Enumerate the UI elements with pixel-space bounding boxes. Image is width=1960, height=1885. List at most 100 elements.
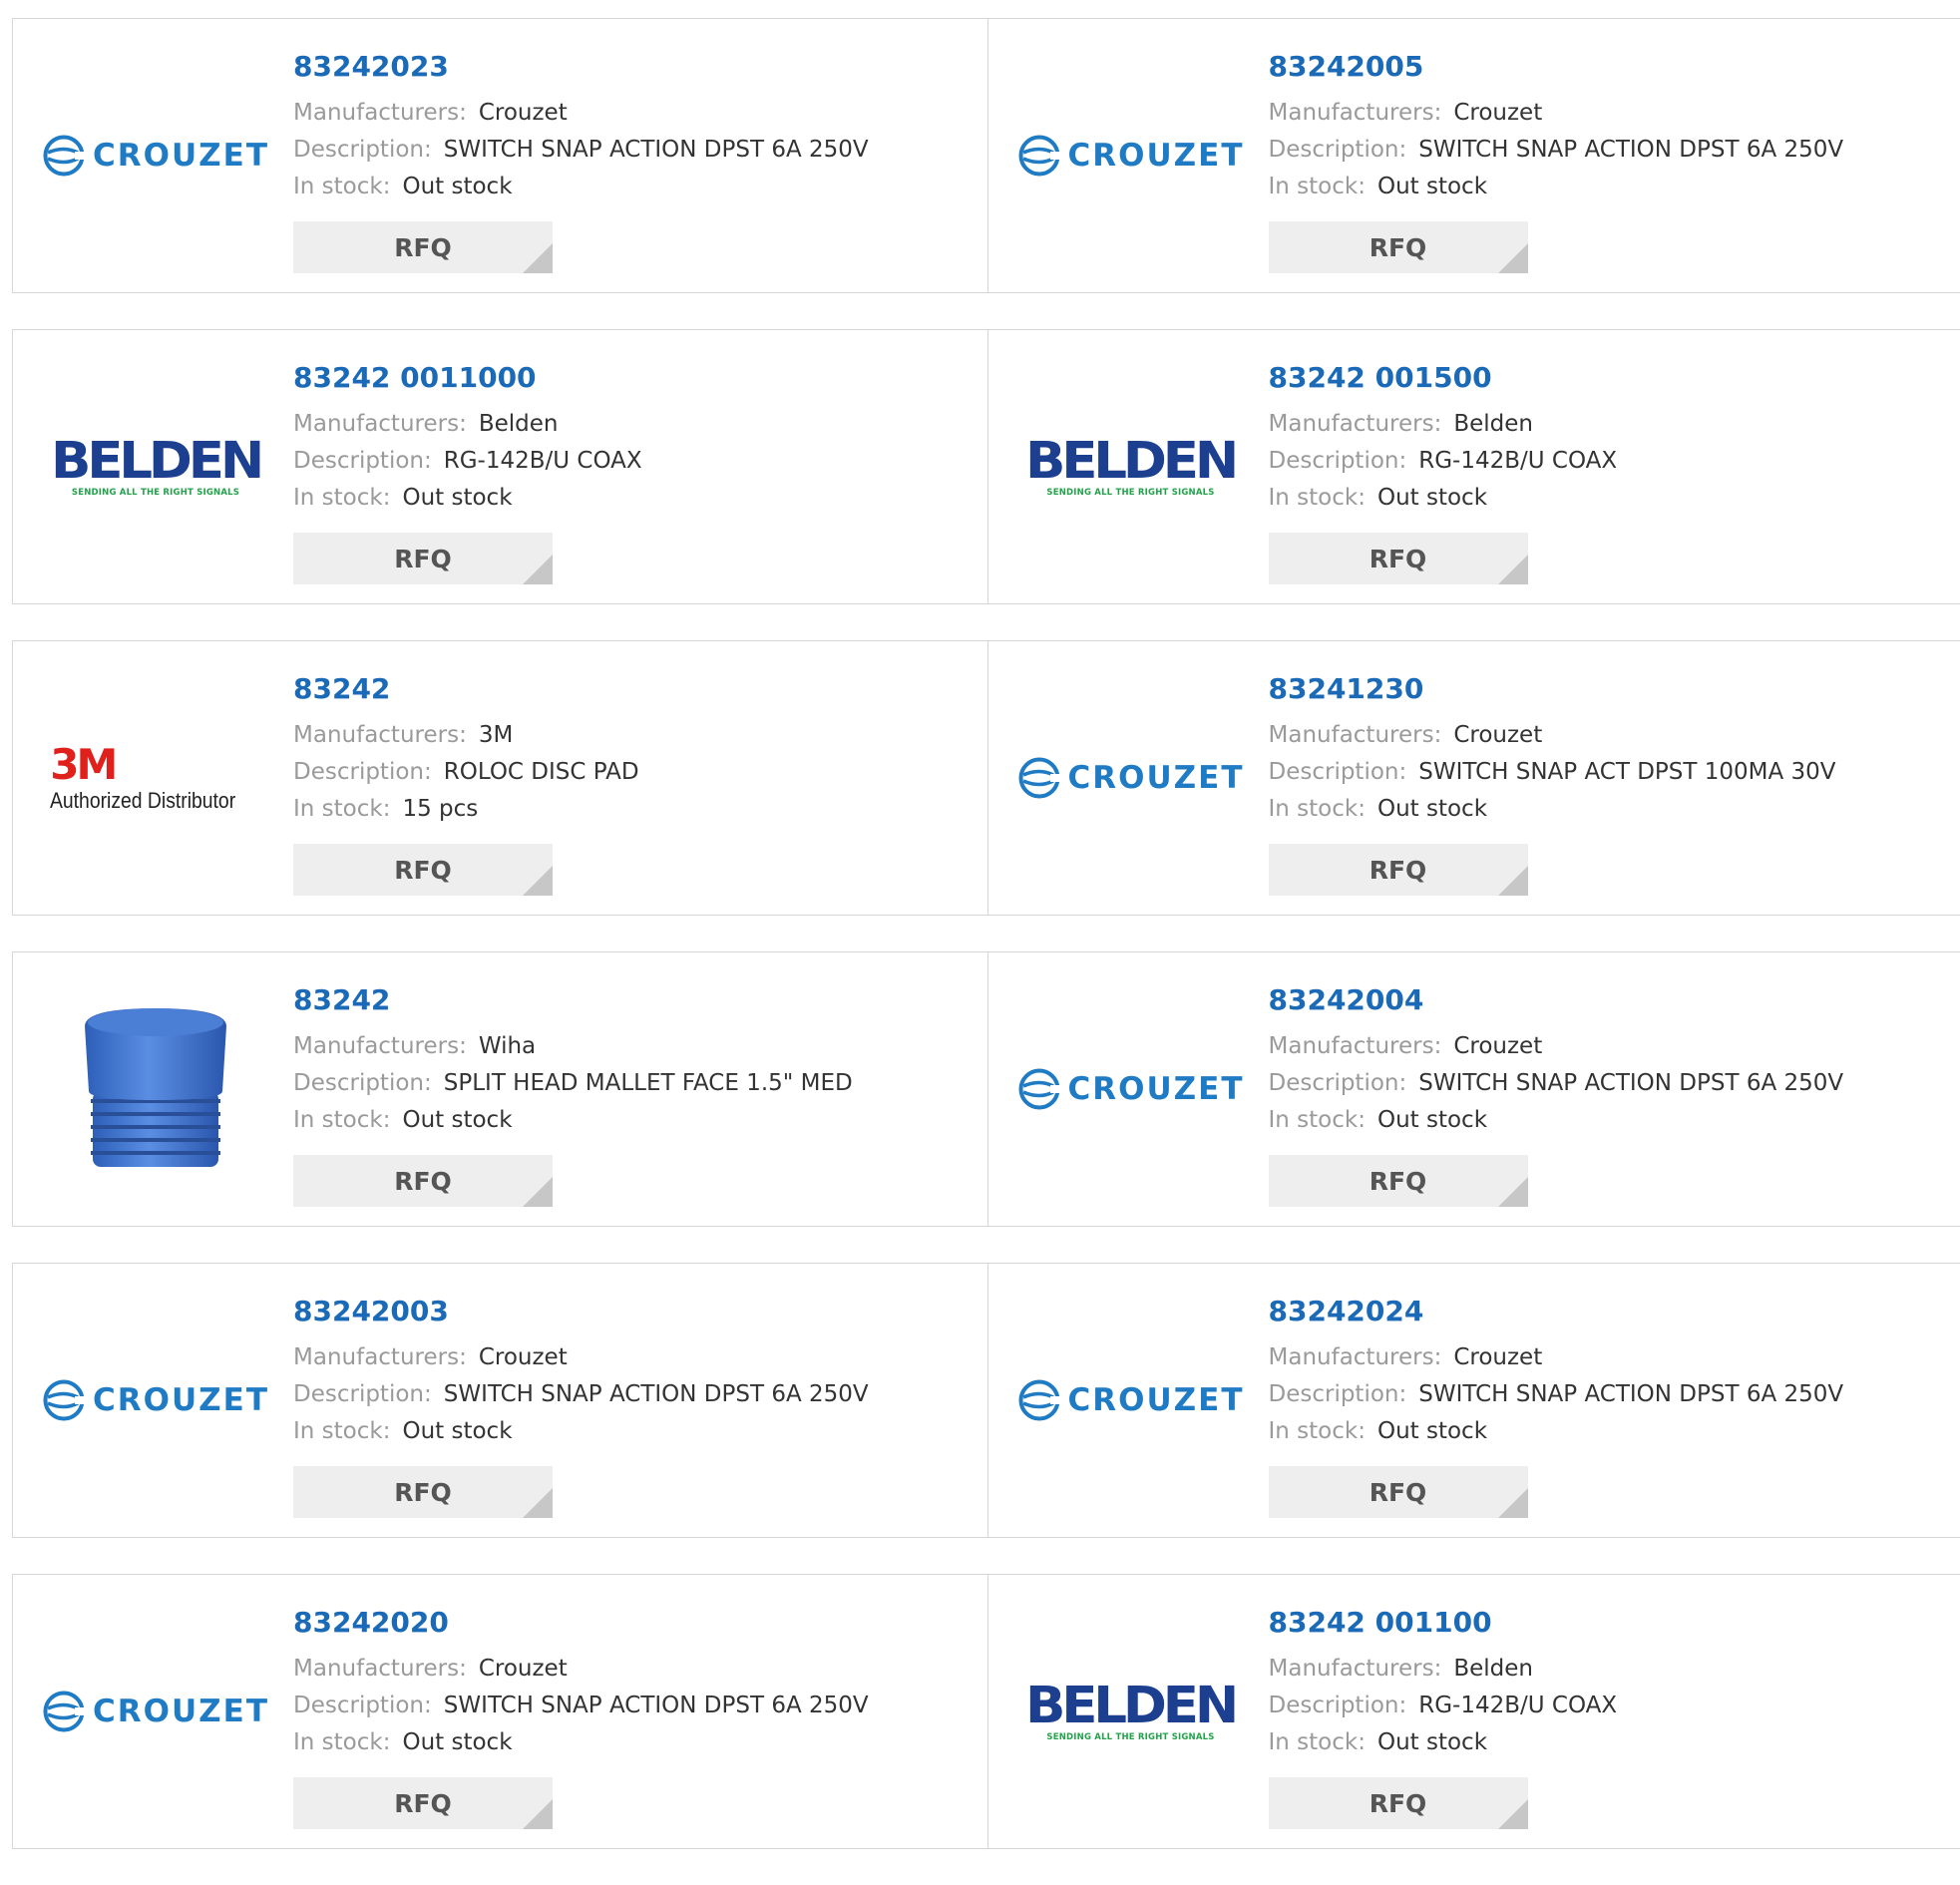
rfq-button[interactable]: RFQ [293,1466,553,1518]
manufacturer-line: Manufacturers:Crouzet [1269,1028,1941,1065]
manufacturer-line: Manufacturers:Crouzet [1269,95,1941,132]
crouzet-logo-text: CROUZET [93,1694,269,1729]
product-info: 83242020 Manufacturers:Crouzet Descripti… [293,1603,968,1829]
part-number-link[interactable]: 83242004 [1269,980,1941,1020]
crouzet-emblem-icon [1017,1378,1061,1422]
rfq-button[interactable]: RFQ [1269,221,1528,273]
crouzet-logo-text: CROUZET [1068,760,1245,796]
manufacturer-line: Manufacturers:Crouzet [293,1339,968,1376]
belden-logo: BELDEN SENDING ALL THE RIGHT SIGNALS [55,436,256,498]
part-number-link[interactable]: 83242003 [293,1292,968,1331]
product-card: BELDEN SENDING ALL THE RIGHT SIGNALS 832… [13,330,987,603]
part-number-link[interactable]: 83242 001100 [1269,1603,1941,1643]
stock-value: Out stock [402,1729,512,1755]
manufacturer-logo: CROUZET [1026,39,1236,272]
description-line: Description:RG-142B/U COAX [293,443,968,480]
part-number-link[interactable]: 83242 [293,980,968,1020]
rfq-button-label: RFQ [394,1478,452,1507]
product-row: CROUZET 83242020 Manufacturers:Crouzet D… [12,1574,1960,1849]
rfq-button[interactable]: RFQ [1269,533,1528,584]
manufacturer-logo: CROUZET [51,39,260,272]
rfq-button[interactable]: RFQ [293,1777,553,1829]
description-line: Description:RG-142B/U COAX [1269,1688,1941,1724]
part-number-link[interactable]: 83242020 [293,1603,968,1643]
corner-triangle-icon [523,1177,553,1207]
product-info: 83242005 Manufacturers:Crouzet Descripti… [1269,47,1941,273]
manufacturer-value: Belden [1453,1656,1533,1682]
product-card: CROUZET 83242024 Manufacturers:Crouzet D… [987,1264,1960,1537]
product-card: CROUZET 83242023 Manufacturers:Crouzet D… [13,19,987,292]
rfq-button[interactable]: RFQ [1269,1155,1528,1207]
manufacturers-label: Manufacturers: [1269,1344,1442,1370]
corner-triangle-icon [1498,866,1528,896]
manufacturer-logo [51,972,260,1206]
in-stock-label: In stock: [1269,1418,1366,1444]
stock-line: In stock:Out stock [293,480,968,517]
stock-value: Out stock [1377,1107,1487,1133]
product-card: CROUZET 83242020 Manufacturers:Crouzet D… [13,1575,987,1848]
rfq-button-label: RFQ [394,1167,452,1196]
manufacturers-label: Manufacturers: [293,1656,467,1682]
crouzet-logo-text: CROUZET [1068,138,1245,174]
rfq-button[interactable]: RFQ [293,1155,553,1207]
stock-value: Out stock [1377,1418,1487,1444]
description-line: Description:SWITCH SNAP ACTION DPST 6A 2… [293,1376,968,1413]
manufacturers-label: Manufacturers: [1269,1033,1442,1059]
rfq-button-label: RFQ [394,1789,452,1818]
rfq-button-label: RFQ [1370,856,1427,885]
product-card: CROUZET 83242004 Manufacturers:Crouzet D… [987,952,1960,1226]
rfq-button[interactable]: RFQ [293,221,553,273]
in-stock-label: In stock: [293,1418,390,1444]
in-stock-label: In stock: [293,485,390,511]
manufacturer-value: 3M [479,722,513,748]
stock-line: In stock: Out stock [1269,169,1941,205]
stock-line: In stock:Out stock [293,169,968,205]
part-number-link[interactable]: 83242 001500 [1269,358,1941,398]
crouzet-logo-text: CROUZET [1068,1382,1245,1418]
description-line: Description:SPLIT HEAD MALLET FACE 1.5" … [293,1065,968,1102]
description-label: Description: [1269,137,1407,163]
corner-triangle-icon [523,866,553,896]
product-card: 3M Authorized Distributor 83242 Manufact… [13,641,987,915]
stock-value: Out stock [1377,174,1487,199]
description-label: Description: [293,1693,432,1718]
part-number-link[interactable]: 83242 0011000 [293,358,968,398]
rfq-button[interactable]: RFQ [293,844,553,896]
product-info: 83242003 Manufacturers:Crouzet Descripti… [293,1292,968,1518]
product-info: 83241230 Manufacturers:Crouzet Descripti… [1269,669,1941,896]
manufacturer-logo: BELDEN SENDING ALL THE RIGHT SIGNALS [51,350,260,583]
part-number-link[interactable]: 83242024 [1269,1292,1941,1331]
in-stock-label: In stock: [1269,174,1366,199]
rfq-button-label: RFQ [1370,1789,1427,1818]
product-card: CROUZET 83241230 Manufacturers:Crouzet D… [987,641,1960,915]
3m-logo-tagline: Authorized Distributor [50,788,235,814]
product-card: BELDEN SENDING ALL THE RIGHT SIGNALS 832… [987,1575,1960,1848]
rfq-button[interactable]: RFQ [1269,1777,1528,1829]
corner-triangle-icon [1498,1177,1528,1207]
manufacturer-line: Manufacturers:3M [293,717,968,754]
manufacturers-label: Manufacturers: [1269,722,1442,748]
manufacturer-value: Wiha [479,1033,536,1059]
part-number-link[interactable]: 83242 [293,669,968,709]
stock-line: In stock:Out stock [293,1413,968,1450]
crouzet-emblem-icon [42,1690,86,1733]
stock-line: In stock:Out stock [1269,791,1941,828]
crouzet-emblem-icon [1017,1067,1061,1111]
description-label: Description: [1269,448,1407,474]
description-label: Description: [1269,1381,1407,1407]
manufacturer-logo: CROUZET [51,1595,260,1828]
manufacturer-line: Manufacturers:Belden [1269,1651,1941,1688]
description-value: ROLOC DISC PAD [444,759,639,785]
part-number-link[interactable]: 83242005 [1269,47,1941,87]
rfq-button[interactable]: RFQ [293,533,553,584]
belden-logo: BELDEN SENDING ALL THE RIGHT SIGNALS [1029,1681,1231,1742]
part-number-link[interactable]: 83242023 [293,47,968,87]
description-value: RG-142B/U COAX [1418,448,1617,474]
crouzet-logo: CROUZET [42,1378,269,1422]
product-card: 83242 Manufacturers:Wiha Description:SPL… [13,952,987,1226]
corner-triangle-icon [523,1488,553,1518]
manufacturer-line: Manufacturers:Crouzet [1269,717,1941,754]
part-number-link[interactable]: 83241230 [1269,669,1941,709]
rfq-button[interactable]: RFQ [1269,844,1528,896]
rfq-button[interactable]: RFQ [1269,1466,1528,1518]
